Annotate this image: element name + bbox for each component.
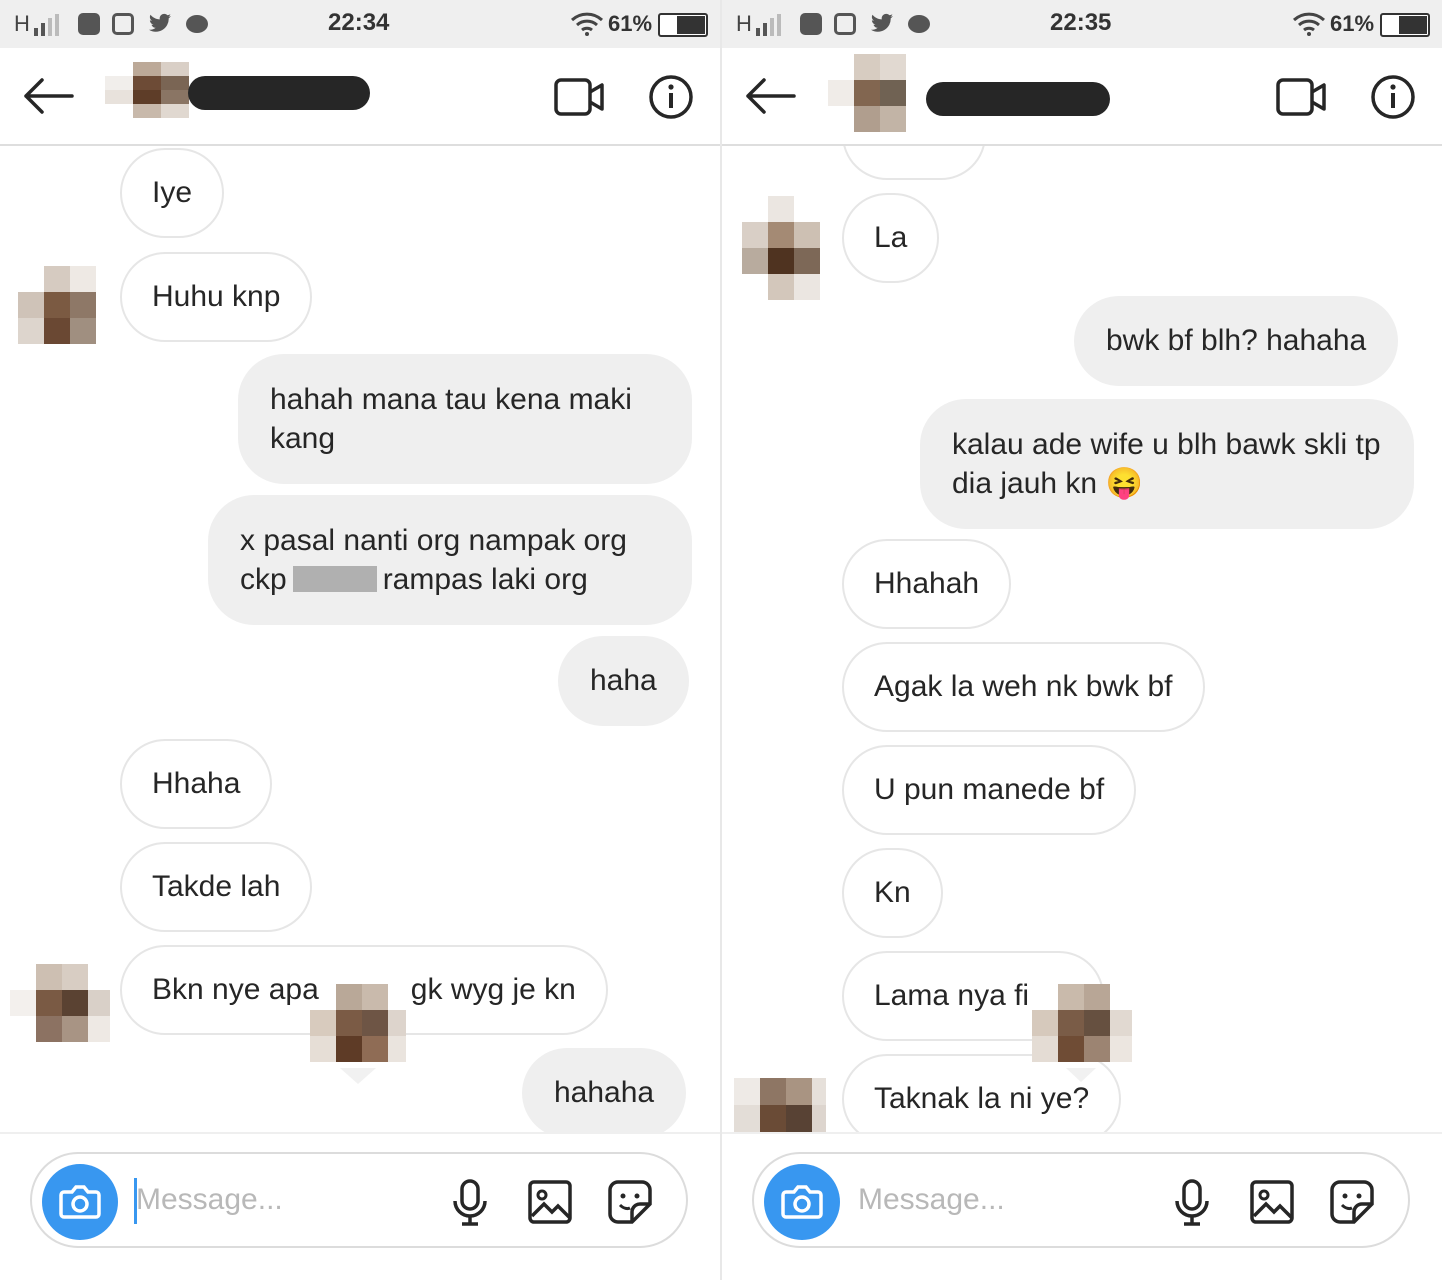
message-text: Hhahah: [874, 567, 980, 600]
conversation-header: [722, 48, 1442, 146]
camera-icon[interactable]: [764, 1164, 840, 1240]
signal-indicator: H: [736, 12, 784, 36]
message-text: rampas laki org: [382, 563, 588, 596]
text-caret: [134, 1178, 137, 1224]
message-text: Iye: [152, 176, 193, 209]
incoming-message[interactable]: Agak la weh nk bwk bf: [842, 642, 1205, 732]
network-type: H: [14, 11, 30, 36]
message-text: Kn: [874, 876, 911, 909]
message-text: Bkn nye apa: [152, 973, 319, 1006]
outgoing-message[interactable]: bwk bf blh? hahaha: [1074, 296, 1399, 386]
squinting-tongue-emoji: 😝: [1105, 467, 1143, 500]
back-arrow-icon[interactable]: [744, 76, 796, 116]
message-thread[interactable]: La bwk bf blh? hahaha kalau ade wife u b…: [722, 146, 1442, 1132]
message-thread[interactable]: Iye Huhu knp hahah mana tau kena maki ka…: [0, 146, 720, 1132]
outgoing-message[interactable]: x pasal nanti org nampak org ckp rampas l…: [208, 495, 692, 625]
incoming-message[interactable]: La: [842, 193, 940, 283]
message-text: gk wyg je kn: [410, 973, 576, 1006]
contact-avatar[interactable]: [828, 54, 908, 134]
seen-by-avatar: [310, 984, 406, 1089]
incoming-message[interactable]: Takde lah: [120, 842, 313, 932]
outgoing-message[interactable]: kalau ade wife u blh bawk skli tp dia ja…: [920, 399, 1414, 529]
info-icon[interactable]: [1370, 74, 1416, 120]
clock: 22:34: [328, 9, 390, 36]
battery-percent: 61%: [608, 11, 653, 36]
status-bar: H 22:35 61%: [722, 0, 1442, 48]
incoming-message[interactable]: U pun manede bf: [842, 745, 1137, 835]
network-type: H: [736, 11, 752, 36]
microphone-icon[interactable]: [446, 1178, 494, 1226]
message-text: haha: [590, 664, 657, 697]
camera-icon[interactable]: [42, 1164, 118, 1240]
info-icon[interactable]: [648, 74, 694, 120]
clock: 22:35: [1050, 9, 1112, 36]
composer-box: [752, 1152, 1410, 1248]
battery-icon: [658, 13, 708, 37]
message-text: hahaha: [554, 1076, 655, 1109]
message-text: Hhaha: [152, 767, 241, 800]
facebook-notification-icon: [800, 13, 822, 35]
conversation-header: [0, 48, 720, 146]
contact-avatar[interactable]: [105, 62, 189, 132]
message-text: Agak la weh nk bwk bf: [874, 670, 1173, 703]
wifi-icon: [1292, 12, 1326, 41]
video-call-icon[interactable]: [554, 76, 606, 118]
gallery-icon[interactable]: [526, 1178, 574, 1226]
contact-name-redacted[interactable]: [188, 76, 370, 110]
chat-screen-right: H 22:35 61% La bwk bf blh? hahaha kalau …: [722, 0, 1442, 1280]
wifi-icon: [570, 12, 604, 41]
incoming-message[interactable]: Hhaha: [120, 739, 273, 829]
contact-name-redacted[interactable]: [926, 82, 1110, 116]
facebook-notification-icon: [78, 13, 100, 35]
message-text: Lama nya fi: [874, 979, 1030, 1012]
instagram-notification-icon: [112, 13, 134, 35]
message-text: La: [874, 221, 908, 254]
chat-notification-icon: [186, 15, 208, 33]
microphone-icon[interactable]: [1168, 1178, 1216, 1226]
incoming-message[interactable]: Hhahah: [842, 539, 1012, 629]
video-call-icon[interactable]: [1276, 76, 1328, 118]
instagram-notification-icon: [834, 13, 856, 35]
message-input[interactable]: [858, 1178, 1138, 1222]
status-bar: H 22:34 61%: [0, 0, 720, 48]
twitter-notification-icon: [870, 13, 893, 35]
message-composer: [722, 1132, 1442, 1280]
message-text: Huhu knp: [152, 280, 281, 313]
redacted-text: [292, 566, 377, 592]
message-text: bwk bf blh? hahaha: [1106, 324, 1367, 357]
incoming-message[interactable]: Huhu knp: [120, 252, 313, 342]
gallery-icon[interactable]: [1248, 1178, 1296, 1226]
message-input[interactable]: [136, 1178, 416, 1222]
sticker-icon[interactable]: [606, 1178, 654, 1226]
signal-indicator: H: [14, 12, 62, 36]
message-text: hahah mana tau kena maki kang: [270, 383, 632, 455]
sender-avatar[interactable]: [742, 196, 822, 305]
message-text: U pun manede bf: [874, 773, 1105, 806]
outgoing-message[interactable]: hahaha: [522, 1048, 687, 1132]
chat-notification-icon: [908, 15, 930, 33]
sticker-icon[interactable]: [1328, 1178, 1376, 1226]
outgoing-message[interactable]: hahah mana tau kena maki kang: [238, 354, 692, 484]
sender-avatar[interactable]: [734, 1078, 826, 1132]
incoming-message[interactable]: Iye: [120, 148, 225, 238]
battery-percent: 61%: [1330, 11, 1375, 36]
incoming-message-partial[interactable]: [842, 146, 986, 180]
battery-icon: [1380, 13, 1430, 37]
seen-by-avatar: [1032, 984, 1132, 1089]
sender-avatar[interactable]: [10, 964, 110, 1049]
message-composer: [0, 1132, 720, 1280]
incoming-message[interactable]: Kn: [842, 848, 943, 938]
back-arrow-icon[interactable]: [22, 76, 74, 116]
message-text: Takde lah: [152, 870, 281, 903]
composer-box: [30, 1152, 688, 1248]
sender-avatar[interactable]: [18, 266, 98, 351]
outgoing-message[interactable]: haha: [558, 636, 689, 726]
chat-screen-left: H 22:34 61% Iye Huhu knp hahah mana tau …: [0, 0, 720, 1280]
twitter-notification-icon: [148, 13, 171, 35]
message-text: kalau ade wife u blh bawk skli tp dia ja…: [952, 428, 1381, 500]
